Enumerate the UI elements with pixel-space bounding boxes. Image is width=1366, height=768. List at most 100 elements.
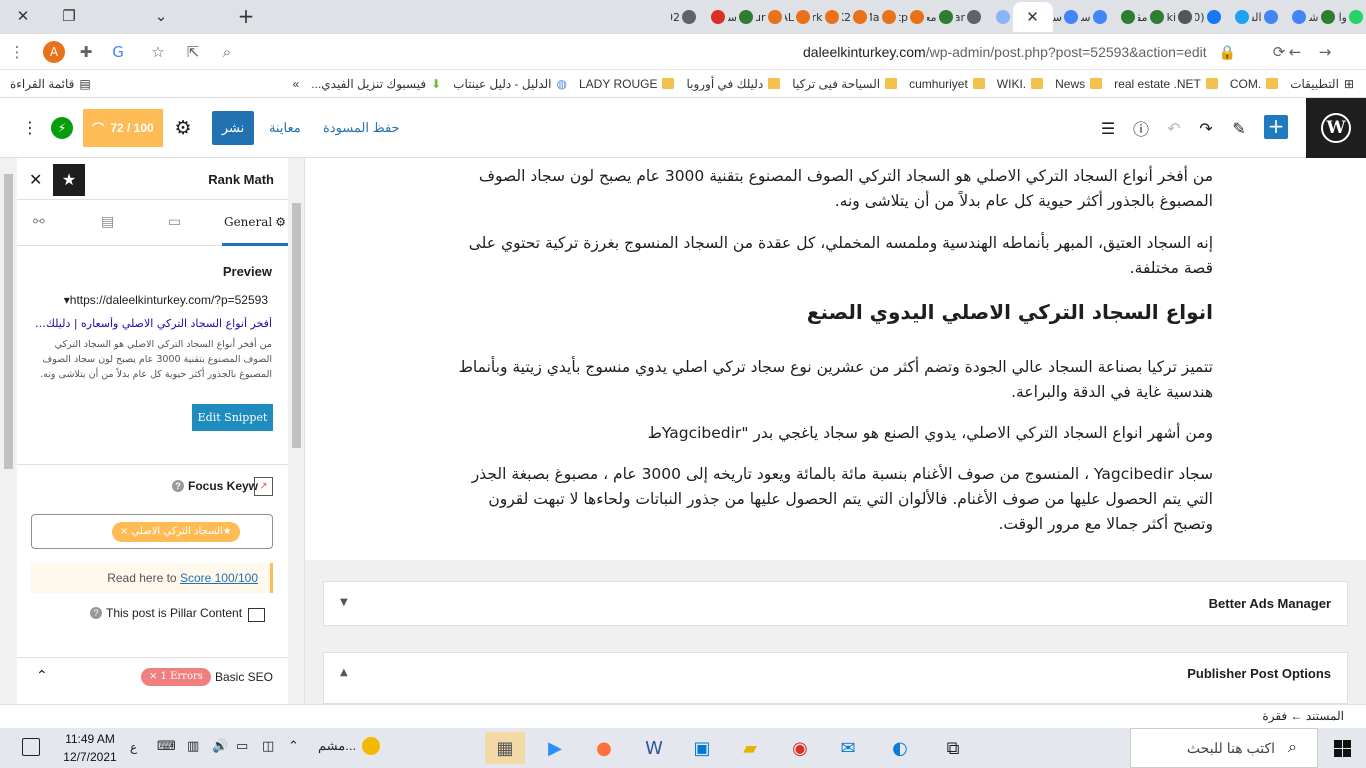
details-info-icon[interactable]: ⓘ (1129, 116, 1153, 140)
bookmark-item[interactable]: .COM (1230, 77, 1279, 91)
edit-tools-icon[interactable]: ✎ (1227, 116, 1251, 140)
list-view-icon[interactable]: ☰ (1096, 116, 1120, 140)
browser-tab[interactable]: Lur (756, 2, 785, 32)
battery-icon[interactable]: ▥ (187, 739, 199, 754)
edit-snippet-button[interactable]: Edit Snippet (192, 404, 273, 431)
browser-tab[interactable]: Car (956, 2, 985, 32)
extensions-icon[interactable]: ✚ (73, 40, 99, 64)
browser-tab[interactable]: الس (1252, 2, 1281, 32)
paragraph-block[interactable]: من أفخر أنواع السجاد التركي الاصلي هو ال… (453, 164, 1213, 214)
star-pin-icon[interactable]: ★ (53, 164, 85, 196)
publish-button[interactable]: نشر (212, 111, 254, 145)
bookmarks-overflow-icon[interactable]: » (293, 77, 300, 91)
trends-icon[interactable]: ↗ (254, 477, 273, 496)
redo-icon[interactable]: ↷ (1194, 116, 1218, 140)
browser-tab[interactable] (1224, 2, 1253, 32)
breadcrumb-document[interactable]: المستند (1306, 709, 1344, 723)
volume-icon[interactable]: 🔊 (212, 739, 228, 754)
browser-tab[interactable]: سح (1081, 2, 1110, 32)
caret-up-icon[interactable]: ▲ (340, 667, 348, 678)
active-tab[interactable]: ✕ (1012, 2, 1053, 32)
undo-icon[interactable]: ↶ (1162, 116, 1186, 140)
caret-down-icon[interactable]: ▼ (340, 597, 348, 608)
browser-tab[interactable]: (20 (1195, 2, 1224, 32)
language-indicator[interactable]: ع (130, 740, 137, 754)
help-icon[interactable]: ? (172, 480, 184, 492)
rank-math-score-button[interactable]: ⌒ 72 / 100 (83, 109, 163, 147)
focus-keyword-input[interactable]: ★السجاد التركي الاصلي × (31, 514, 273, 549)
paragraph-block[interactable]: سجاد Yagcibedir ، المنسوج من صوف الأغنام… (453, 462, 1213, 537)
notifications-icon[interactable] (22, 738, 40, 756)
basic-seo-heading[interactable]: Basic SEO (215, 670, 273, 684)
mail-icon[interactable]: ✉ (828, 732, 868, 764)
bookmark-item[interactable]: ◍ الدليل - دليل عينتاب (453, 77, 567, 91)
paragraph-block[interactable]: تتميز تركيا بصناعة السجاد عالي الجودة وت… (453, 355, 1213, 405)
score-link[interactable]: Score 100/100 (180, 571, 258, 585)
sidebar-scrollbar-left[interactable] (0, 158, 17, 704)
browser-tab[interactable]: معا (927, 2, 956, 32)
back-icon[interactable]: → (1312, 40, 1338, 64)
preview-button[interactable]: معاينة (269, 120, 301, 136)
browser-menu-icon[interactable]: ⋮ (4, 40, 30, 64)
url-field[interactable]: daleelkinturkey.com/wp-admin/post.php?po… (300, 40, 1246, 64)
zoom-icon[interactable]: ▶ (535, 732, 575, 764)
tab-close-icon[interactable]: ✕ (1026, 8, 1039, 26)
close-icon[interactable]: ✕ (29, 170, 42, 189)
keyboard-icon[interactable]: ⌨ (157, 739, 176, 754)
sidebar-scrollbar[interactable] (288, 158, 304, 704)
edge-icon[interactable]: ◐ (880, 732, 920, 764)
store-icon[interactable]: ▣ (682, 732, 722, 764)
camera-icon[interactable]: ◫ (262, 739, 274, 754)
tab-search-chevron-icon[interactable]: ⌄ (138, 0, 184, 32)
browser-tab[interactable]: 202 (671, 2, 700, 32)
bookmark-item[interactable]: News (1055, 77, 1103, 91)
browser-tab[interactable]: İki (1167, 2, 1196, 32)
chevron-up-icon[interactable]: ⌃ (36, 668, 48, 684)
browser-tab[interactable] (984, 2, 1013, 32)
chrome-icon[interactable]: ◉ (780, 732, 820, 764)
bookmark-star-icon[interactable]: ☆ (145, 40, 171, 64)
reading-list[interactable]: ▤ قائمة القراءة (10, 77, 91, 91)
bookmark-item[interactable]: ⊞ التطبيقات (1290, 77, 1354, 91)
help-icon[interactable]: ? (90, 607, 102, 619)
word-icon[interactable]: W (634, 732, 674, 764)
social-tab-icon[interactable]: ▤ (101, 214, 114, 230)
more-options-icon[interactable]: ⋮ (22, 118, 38, 137)
weather-widget[interactable]: مشم... (318, 737, 381, 755)
bookmark-item[interactable]: السياحة فيى تركيا (792, 77, 898, 91)
reload-icon[interactable]: ⟳ (1266, 40, 1292, 64)
bookmark-item[interactable]: ⬇ فيسبوك تنزيل الفيدي... (311, 77, 441, 91)
show-hidden-icons-icon[interactable]: ⌃ (288, 739, 299, 754)
new-tab-button[interactable]: + (232, 4, 260, 30)
better-ads-manager-panel[interactable]: Better Ads Manager ▼ (323, 581, 1348, 626)
browser-tab[interactable]: سح (728, 2, 757, 32)
tab-general[interactable]: General ⚙ (222, 200, 288, 246)
bookmark-item[interactable]: cumhuriyet (909, 77, 985, 91)
browser-tab[interactable]: http (899, 2, 928, 32)
heading-block[interactable]: انواع السجاد التركي الاصلي اليدوي الصنع (453, 297, 1213, 327)
network-icon[interactable]: ▭ (236, 739, 248, 754)
browser-tab[interactable]: شري (1309, 2, 1338, 32)
browser-tab[interactable] (1281, 2, 1310, 32)
breadcrumb-paragraph[interactable]: فقرة (1262, 709, 1287, 723)
wordpress-logo-icon[interactable]: W (1306, 98, 1366, 158)
browser-tab[interactable]: واتـ (1338, 2, 1366, 32)
translate-icon[interactable]: G (105, 40, 131, 64)
zoom-search-icon[interactable]: ⌕ (214, 40, 240, 64)
browser-tab[interactable]: SAL (785, 2, 814, 32)
bookmark-item[interactable]: LADY ROUGE (579, 77, 675, 91)
bookmark-item[interactable]: دليلك في أوروبا (686, 77, 781, 91)
add-block-button[interactable]: + (1264, 115, 1288, 139)
bookmark-item[interactable]: .WIKI (997, 77, 1044, 91)
file-explorer-icon[interactable]: ▰ (730, 732, 770, 764)
firefox-icon[interactable]: ● (584, 732, 624, 764)
windows-start-icon[interactable] (1318, 728, 1366, 768)
browser-tab[interactable] (1110, 2, 1139, 32)
save-draft-button[interactable]: حفظ المسودة (323, 120, 400, 136)
paragraph-block-active[interactable]: ومن أشهر انواع السجاد التركي الاصلي، يدو… (453, 421, 1213, 446)
settings-gear-icon[interactable]: ⚙ (170, 115, 196, 141)
pillar-content-checkbox[interactable] (248, 608, 265, 622)
schema-tab-icon[interactable]: ⚯ (33, 214, 45, 230)
restore-window-icon[interactable]: ❐ (46, 0, 92, 32)
browser-tab[interactable]: EK2 (842, 2, 871, 32)
